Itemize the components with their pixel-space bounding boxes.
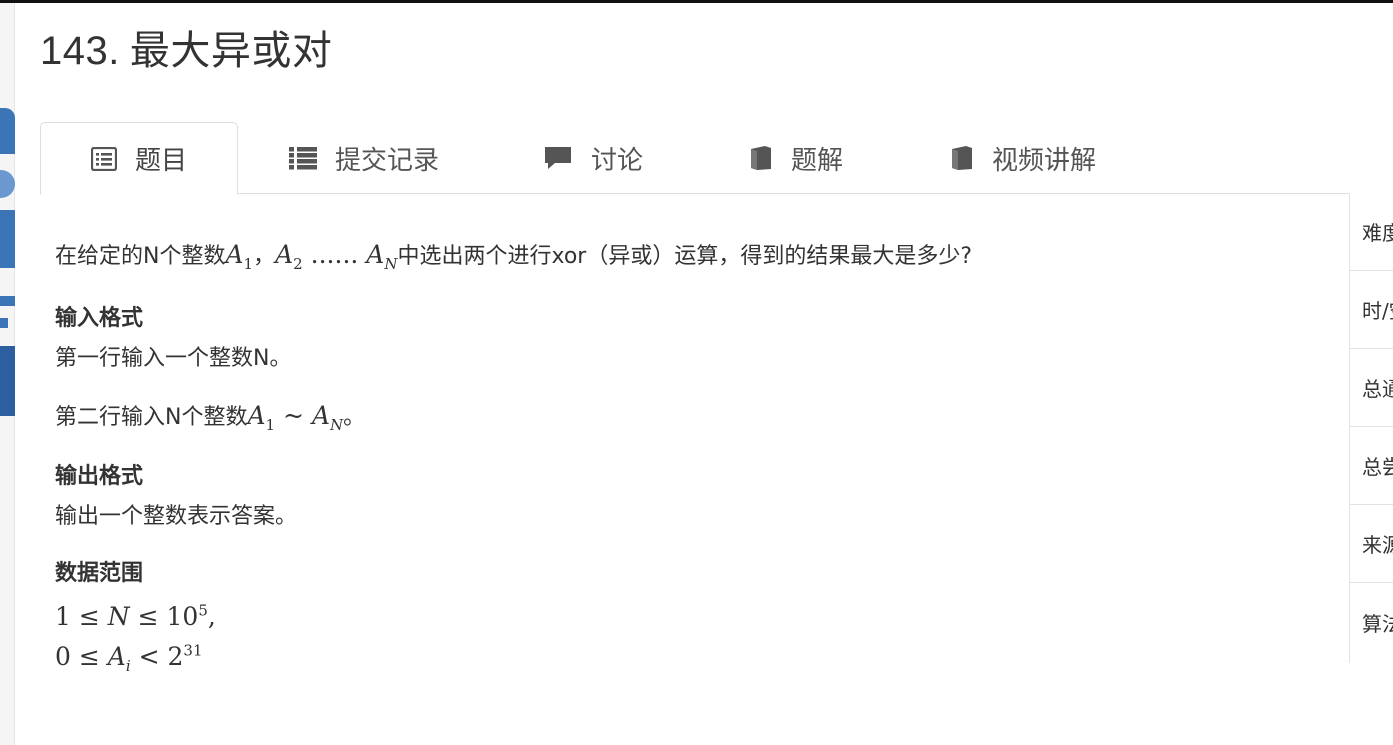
math-var: A [275,240,294,269]
tab-discussion-label: 讨论 [591,145,644,176]
math-op: < [138,642,160,671]
output-format-line: 输出一个整数表示答案。 [55,504,298,529]
data-range-heading: 数据范围 [55,561,144,586]
sidebar-item-algorithm: 算法 [1362,611,1393,636]
math-range: A1 ~ AN [247,400,343,434]
math-range-a: 0 ≤ Ai < 231 [55,641,203,675]
sidebar-item-total-attempts: 总尝试 [1350,427,1393,505]
math-var: A [107,642,126,671]
tab-video[interactable]: 视频讲解 [948,122,1096,194]
tab-solutions-label: 题解 [791,145,844,176]
left-panel-edge [0,3,15,745]
book-icon [948,145,974,171]
tab-discussion[interactable]: 讨论 [543,122,643,194]
tab-solutions[interactable]: 题解 [747,122,843,194]
output-format-heading: 输出格式 [55,464,144,489]
math-op: ≤ [78,642,100,671]
input-format-text: 第二行输入N个整数 [55,404,248,430]
list-alt-icon [90,146,117,171]
math-num: 0 [55,642,71,671]
math-dots: ...... [310,240,359,269]
description-text: 在给定的N个整数 [55,244,226,269]
math-sub: 2 [293,255,303,273]
math-num: 1 [55,602,71,631]
tab-submissions-label: 提交记录 [335,145,440,176]
sidebar-item-source: 来源 [1350,505,1393,583]
description-text: 中选出两个进行xor（异或）运算，得到的结果最大是多少? [397,244,973,269]
math-sub: N [384,255,398,273]
tab-problem-label: 题目 [134,146,187,176]
problem-description: 在给定的N个整数A1，A2 ...... AN中选出两个进行xor（异或）运算，… [55,236,1335,276]
math-var: A [247,400,266,430]
problem-tabs: 题目 提交记录 讨论 题解 视频讲解 [40,122,1393,195]
input-format-line2: 第二行输入N个整数A1 ~ AN。 [55,397,1335,437]
math-op: ≤ [78,602,100,631]
comment-icon [543,145,573,171]
input-format-text: 。 [343,404,366,430]
data-range-line1: 1 ≤ N ≤ 105, [55,597,1335,637]
tab-submissions[interactable]: 提交记录 [289,122,439,194]
math-tilde: ~ [283,400,304,430]
math-var: N [107,602,130,631]
math-sub: 1 [265,415,276,434]
math-var: A [366,240,385,269]
math-num: 10 [166,602,199,631]
math-sub: N [330,415,344,434]
window-top-border [0,0,1393,3]
math-var: A [311,400,330,430]
tab-video-label: 视频讲解 [992,145,1097,176]
description-comma: ， [253,244,276,269]
list-icon [289,146,317,170]
input-format-line1: 第一行输入一个整数N。 [55,345,292,371]
math-range-n: 1 ≤ N ≤ 105, [55,602,216,631]
math-comma: , [207,602,216,631]
tab-problem[interactable]: 题目 [40,122,238,195]
page-title: 143. 最大异或对 [40,18,332,76]
math-var: A [225,240,244,269]
sidebar-item-total-passed: 总通过 [1350,349,1393,427]
problem-name: 最大异或对 [129,28,333,74]
book-icon [747,145,773,171]
data-range-line2: 0 ≤ Ai < 231 [55,637,1335,678]
math-a1: A1 [225,240,253,273]
sidebar-item-difficulty: 难度 [1350,193,1393,271]
problem-statement: 在给定的N个整数A1，A2 ...... AN中选出两个进行xor（异或）运算，… [55,236,1335,678]
problem-number: 143. [40,29,120,73]
input-format-heading: 输入格式 [55,305,144,331]
math-sub: 1 [243,255,254,273]
math-num: 2 [167,642,184,671]
problem-info-sidebar: 难度 时/空 总通过 总尝试 来源 算法 [1349,193,1393,663]
left-panel-artwork [0,108,15,418]
sidebar-item-time-space: 时/空 [1350,271,1393,349]
math-exp: 31 [183,641,203,660]
math-op: ≤ [137,602,159,631]
math-sub: i [125,657,131,675]
math-a2: A2 ...... AN [275,240,397,273]
math-exp: 5 [198,601,208,620]
